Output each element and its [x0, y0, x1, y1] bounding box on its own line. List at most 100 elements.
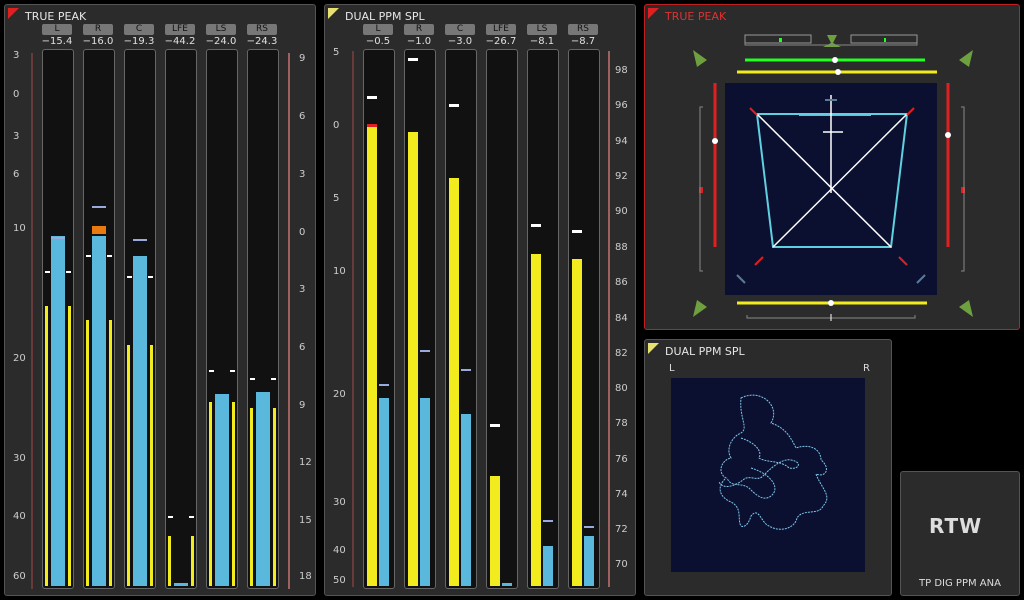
meter-bar-rs — [247, 49, 279, 589]
scale-right-label: 98 — [615, 65, 628, 76]
meter-bar-ls — [206, 49, 238, 589]
channel-label-c: C — [124, 24, 154, 35]
level-fill-yellow — [531, 254, 541, 586]
scale-right-label: 78 — [615, 418, 628, 429]
channel-label-rs: RS — [247, 24, 277, 35]
scale-right-label: 74 — [615, 489, 628, 500]
level-fill-yellow — [150, 345, 153, 586]
level-fill-yellow — [408, 132, 418, 586]
vectorscope-panel: DUAL PPM SPL L R — [644, 339, 892, 596]
brand-logo: RTW — [929, 514, 983, 538]
channel-label-l: L — [363, 24, 393, 35]
peak-hold-marker — [379, 384, 389, 386]
peak-value-c: −19.3 — [123, 36, 155, 47]
level-fill-blue — [51, 236, 65, 586]
peak-value-ls: −8.1 — [529, 36, 555, 47]
peak-value-rs: −8.7 — [570, 36, 596, 47]
scale-left-label: 6 — [13, 169, 20, 180]
level-fill-yellow — [168, 536, 171, 586]
peak-value-l: −15.4 — [41, 36, 73, 47]
level-fill-yellow — [209, 402, 212, 586]
scale-right-label: 15 — [299, 515, 312, 526]
peak-hold-marker — [148, 276, 153, 278]
peak-hold-marker — [168, 516, 173, 518]
channel-label-ls: LS — [527, 24, 557, 35]
channel-label-lfe: LFE — [486, 24, 516, 35]
level-fill-yellow — [86, 320, 89, 586]
meter-bar-l — [42, 49, 74, 589]
scale-left-line — [31, 53, 33, 589]
scale-right-label: 0 — [299, 227, 306, 238]
scale-right-label: 94 — [615, 136, 628, 147]
scale-left-label: 20 — [13, 353, 26, 364]
channel-label-ls: LS — [206, 24, 236, 35]
meter-bar-r — [404, 49, 436, 589]
peak-value-r: −1.0 — [406, 36, 432, 47]
channel-label-c: C — [445, 24, 475, 35]
scale-right-label: 6 — [299, 111, 306, 122]
level-fill-blue — [584, 536, 594, 586]
device-caption: TP DIG PPM ANA — [919, 578, 1001, 589]
peak-hold-marker — [584, 526, 594, 528]
meter-bar-r — [83, 49, 115, 589]
level-fill-blue — [92, 236, 106, 586]
scale-right-label: 12 — [299, 457, 312, 468]
level-fill-blue — [256, 392, 270, 586]
scale-left-label: 40 — [13, 511, 26, 522]
peak-value-l: −0.5 — [365, 36, 391, 47]
channel-label-l: L — [669, 363, 675, 374]
scale-right-label: 88 — [615, 242, 628, 253]
level-fill-orange — [92, 226, 106, 234]
scale-right-label: 86 — [615, 277, 628, 288]
scale-left-label: 10 — [13, 223, 26, 234]
level-fill-blue — [543, 546, 553, 586]
scale-right-label: 3 — [299, 284, 306, 295]
channel-label-r: R — [404, 24, 434, 35]
scale-right-label: 92 — [615, 171, 628, 182]
peak-hold-marker — [250, 378, 255, 380]
peak-hold-marker — [572, 230, 582, 233]
true-peak-meter-panel: TRUE PEAK 3 0 3 6 10 20 30 40 60 9 6 3 0… — [4, 4, 316, 596]
peak-hold-marker — [189, 516, 194, 518]
level-fill-yellow — [109, 320, 112, 586]
peak-hold-marker — [133, 239, 147, 241]
scale-left-line — [352, 51, 354, 587]
level-fill-blue — [379, 398, 389, 586]
peak-hold-marker — [367, 96, 377, 99]
peak-value-lfe: −26.7 — [485, 36, 517, 47]
level-fill-yellow — [572, 259, 582, 586]
meter-bar-rs — [568, 49, 600, 589]
peak-value-ls: −24.0 — [205, 36, 237, 47]
scale-right-label: 82 — [615, 348, 628, 359]
scale-left-label: 3 — [13, 50, 20, 61]
peak-hold-marker — [127, 276, 132, 278]
level-fill-blue — [420, 398, 430, 586]
peak-value-rs: −24.3 — [246, 36, 278, 47]
scale-right-line — [608, 51, 610, 587]
scale-right-label: 9 — [299, 53, 306, 64]
peak-value-r: −16.0 — [82, 36, 114, 47]
peak-hold-marker — [92, 206, 106, 208]
peak-hold-marker — [209, 370, 214, 372]
scale-right-label: 72 — [615, 524, 628, 535]
channel-label-lfe: LFE — [165, 24, 195, 35]
level-fill-blue — [133, 256, 147, 586]
level-fill-yellow — [250, 408, 253, 586]
level-fill-blue — [215, 394, 229, 586]
surround-display — [693, 34, 973, 321]
peak-hold-marker — [408, 58, 418, 61]
peak-hold-marker — [66, 271, 71, 273]
scale-left-label: 30 — [13, 453, 26, 464]
level-fill-blue — [461, 414, 471, 586]
channel-label-rs: RS — [568, 24, 598, 35]
channel-label-l: L — [42, 24, 72, 35]
level-fill-blue — [174, 583, 188, 586]
peak-hold-marker — [230, 370, 235, 372]
peak-hold-marker — [461, 369, 471, 371]
meter-bar-lfe — [165, 49, 197, 589]
scale-right-label: 3 — [299, 169, 306, 180]
peak-hold-marker — [51, 237, 65, 239]
dual-ppm-spl-meter-panel: DUAL PPM SPL 5 0 5 10 20 30 40 50 98 96 … — [324, 4, 636, 596]
panel-corner-indicator — [8, 8, 19, 19]
scale-right-label: 84 — [615, 313, 628, 324]
